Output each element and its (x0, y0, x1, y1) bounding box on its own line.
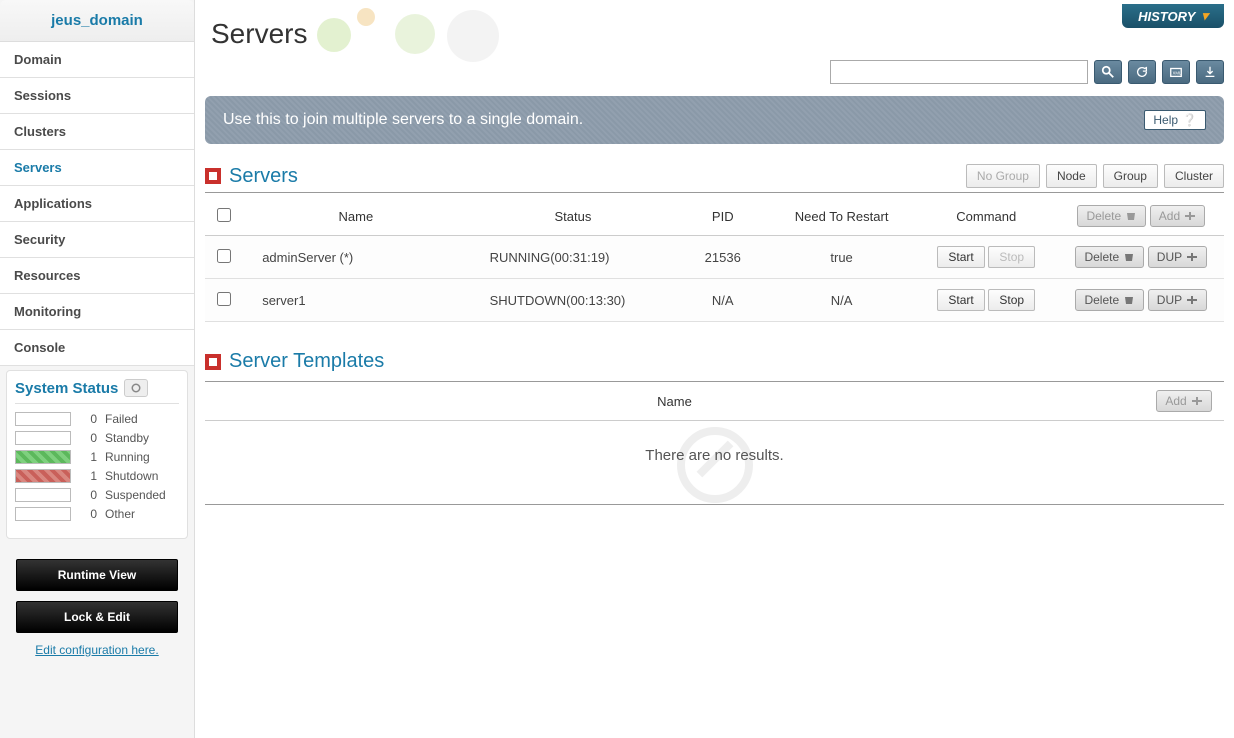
search-input[interactable] (830, 60, 1088, 84)
decorative-circles (317, 14, 517, 54)
status-bar-icon (15, 412, 71, 426)
section-icon (205, 168, 221, 184)
servers-table: Name Status PID Need To Restart Command … (205, 197, 1224, 322)
info-banner: Use this to join multiple servers to a s… (205, 96, 1224, 144)
chevron-down-icon: ▾ (1201, 8, 1208, 24)
runtime-view-button[interactable]: Runtime View (16, 559, 178, 591)
cell-status: RUNNING(00:31:19) (470, 236, 677, 279)
status-row-suspended: 0Suspended (15, 488, 179, 502)
header-add-button[interactable]: Add (1150, 205, 1205, 227)
table-row: server1 SHUTDOWN(00:13:30) N/A N/A Start… (205, 279, 1224, 322)
export-button[interactable] (1196, 60, 1224, 84)
search-button[interactable] (1094, 60, 1122, 84)
stop-button[interactable]: Stop (988, 246, 1035, 268)
xml-export-button[interactable]: XML (1162, 60, 1190, 84)
view-nogroup-button[interactable]: No Group (966, 164, 1040, 188)
status-bar-icon (15, 469, 71, 483)
col-name: Name (242, 197, 469, 236)
status-row-failed: 0Failed (15, 412, 179, 426)
cell-name: adminServer (*) (242, 236, 469, 279)
sidebar-item-monitoring[interactable]: Monitoring (0, 294, 194, 330)
col-restart: Need To Restart (769, 197, 914, 236)
section-icon (205, 354, 221, 370)
view-node-button[interactable]: Node (1046, 164, 1097, 188)
cell-status: SHUTDOWN(00:13:30) (470, 279, 677, 322)
refresh-button[interactable] (1128, 60, 1156, 84)
help-icon: ❔ (1182, 113, 1197, 127)
history-button[interactable]: HISTORY ▾ (1122, 4, 1224, 28)
table-row: adminServer (*) RUNNING(00:31:19) 21536 … (205, 236, 1224, 279)
main-content: HISTORY ▾ Servers XML Use this to join m… (195, 0, 1234, 738)
row-dup-button[interactable]: DUP (1148, 246, 1207, 268)
templates-empty-state: There are no results. (205, 421, 1224, 504)
delete-icon (1125, 211, 1137, 221)
start-button[interactable]: Start (937, 246, 984, 268)
help-button[interactable]: Help ❔ (1144, 110, 1206, 130)
sidebar-item-applications[interactable]: Applications (0, 186, 194, 222)
select-all-checkbox[interactable] (217, 208, 231, 222)
status-row-other: 0Other (15, 507, 179, 521)
row-checkbox[interactable] (217, 249, 231, 263)
edit-configuration-link[interactable]: Edit configuration here. (16, 643, 178, 657)
delete-icon (1123, 295, 1135, 305)
sidebar-item-sessions[interactable]: Sessions (0, 78, 194, 114)
plus-icon (1191, 396, 1203, 406)
col-pid: PID (676, 197, 769, 236)
status-refresh-button[interactable] (124, 379, 148, 397)
delete-icon (1123, 252, 1135, 262)
templates-table: Name Add (205, 382, 1224, 421)
header-delete-button[interactable]: Delete (1077, 205, 1146, 227)
cell-pid: 21536 (676, 236, 769, 279)
view-cluster-button[interactable]: Cluster (1164, 164, 1224, 188)
sidebar-item-security[interactable]: Security (0, 222, 194, 258)
sidebar: jeus_domain Domain Sessions Clusters Ser… (0, 0, 195, 738)
banner-text: Use this to join multiple servers to a s… (223, 111, 583, 129)
status-bar-icon (15, 431, 71, 445)
templates-section-title: Server Templates (229, 350, 384, 373)
system-status-panel: System Status 0Failed 0Standby 1Running … (6, 370, 188, 539)
svg-text:XML: XML (1173, 71, 1183, 76)
sidebar-item-resources[interactable]: Resources (0, 258, 194, 294)
domain-name-label: jeus_domain (51, 12, 143, 29)
status-bar-icon (15, 450, 71, 464)
page-title: Servers (211, 18, 307, 50)
stop-button[interactable]: Stop (988, 289, 1035, 311)
status-bar-icon (15, 507, 71, 521)
servers-section-title: Servers (229, 165, 298, 188)
cell-name: server1 (242, 279, 469, 322)
sidebar-item-servers[interactable]: Servers (0, 150, 194, 186)
col-status: Status (470, 197, 677, 236)
tmpl-col-name: Name (205, 382, 1144, 421)
row-delete-button[interactable]: Delete (1075, 246, 1144, 268)
sidebar-item-console[interactable]: Console (0, 330, 194, 366)
cell-pid: N/A (676, 279, 769, 322)
domain-name-header[interactable]: jeus_domain (0, 0, 194, 42)
status-row-running: 1Running (15, 450, 179, 464)
start-button[interactable]: Start (937, 289, 984, 311)
system-status-title: System Status (15, 380, 118, 397)
row-delete-button[interactable]: Delete (1075, 289, 1144, 311)
view-group-button[interactable]: Group (1103, 164, 1158, 188)
col-command: Command (914, 197, 1059, 236)
sidebar-item-domain[interactable]: Domain (0, 42, 194, 78)
cell-restart: true (769, 236, 914, 279)
row-dup-button[interactable]: DUP (1148, 289, 1207, 311)
row-checkbox[interactable] (217, 292, 231, 306)
plus-icon (1186, 295, 1198, 305)
plus-icon (1186, 252, 1198, 262)
cell-restart: N/A (769, 279, 914, 322)
status-row-standby: 0Standby (15, 431, 179, 445)
sidebar-item-clusters[interactable]: Clusters (0, 114, 194, 150)
status-row-shutdown: 1Shutdown (15, 469, 179, 483)
lock-edit-button[interactable]: Lock & Edit (16, 601, 178, 633)
plus-icon (1184, 211, 1196, 221)
templates-add-button[interactable]: Add (1156, 390, 1211, 412)
status-bar-icon (15, 488, 71, 502)
